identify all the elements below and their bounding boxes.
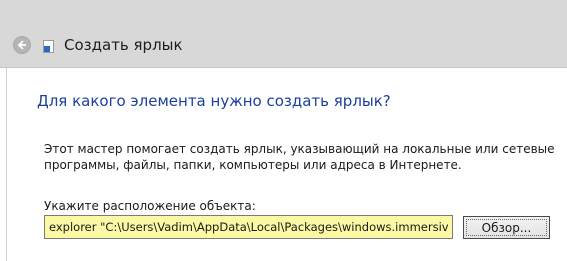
title-bar: Создать ярлык bbox=[0, 0, 567, 68]
shortcut-icon bbox=[43, 40, 54, 53]
location-input[interactable] bbox=[44, 215, 453, 239]
back-button[interactable] bbox=[13, 36, 31, 54]
back-arrow-icon bbox=[17, 40, 26, 50]
window-title: Создать ярлык bbox=[64, 36, 183, 54]
create-shortcut-window: Создать ярлык Для какого элемента нужно … bbox=[0, 0, 567, 261]
wizard-heading: Для какого элемента нужно создать ярлык? bbox=[37, 92, 391, 110]
location-label: Укажите расположение объекта: bbox=[44, 199, 256, 213]
wizard-description: Этот мастер помогает создать ярлык, указ… bbox=[44, 142, 555, 172]
browse-button[interactable]: Обзор... bbox=[463, 216, 550, 239]
